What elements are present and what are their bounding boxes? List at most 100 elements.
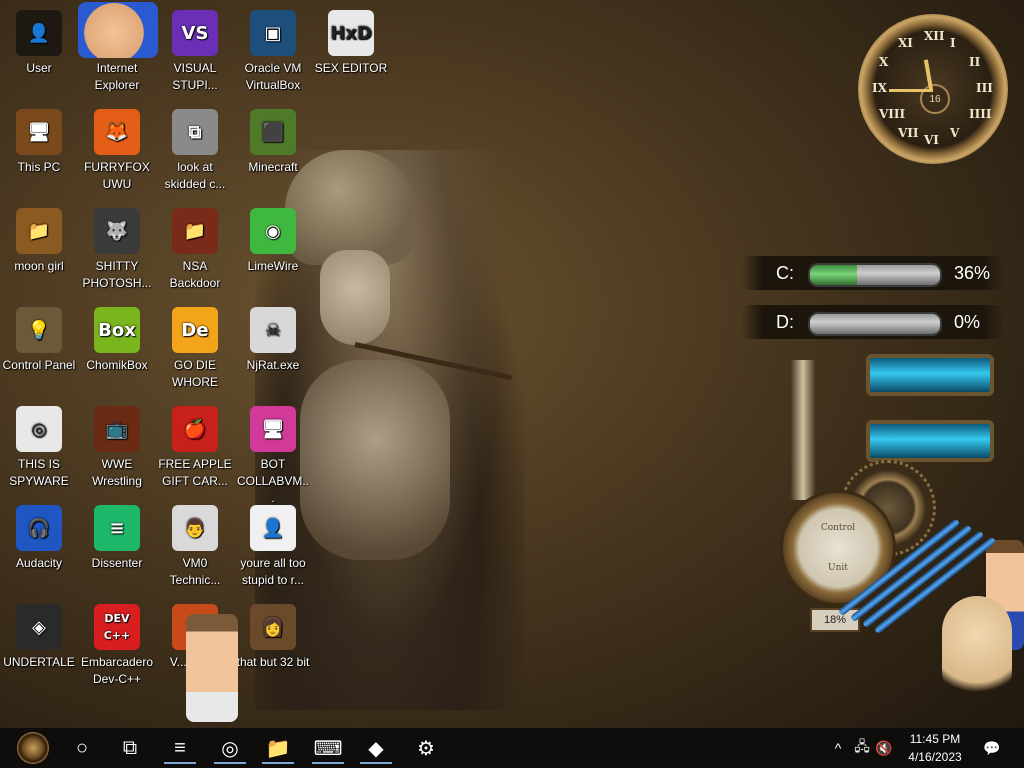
- desktop-icon-label: Minecraft: [248, 160, 298, 174]
- desktop-icon[interactable]: DEV C++ Embarcadero Dev-C++: [78, 594, 156, 690]
- taskbar-clock[interactable]: 11:45 PM 4/16/2023: [893, 730, 977, 766]
- desktop-icon[interactable]: HxD SEX EDITOR: [312, 0, 390, 96]
- desktop-icon[interactable]: Box ChomikBox: [78, 297, 156, 393]
- desktop-icon[interactable]: ▣ Oracle VM VirtualBox: [234, 0, 312, 96]
- cartoon-head-topleft: [78, 2, 158, 58]
- desktop-icon[interactable]: De GO DIE WHORE: [156, 297, 234, 393]
- clock-hour-hand: [923, 59, 933, 90]
- desktop-icon[interactable]: ⧉ look at skidded c...: [156, 99, 234, 195]
- desktop-icon-label: youre all too stupid to r...: [240, 556, 306, 587]
- desktop-icon[interactable]: 👨 VM0 Technic...: [156, 495, 234, 591]
- desktop-icon[interactable]: ◉ LimeWire: [234, 198, 312, 294]
- settings-taskbar-button[interactable]: ⚙: [404, 732, 448, 764]
- clock-numeral: II: [969, 55, 981, 69]
- desktop-icon-image: ⧉: [172, 109, 218, 155]
- desktop-icon[interactable]: ◈ UNDERTALE: [0, 594, 78, 690]
- desktop-icon[interactable]: 👤 User: [0, 0, 78, 96]
- desktop-icon[interactable]: ⬛ Minecraft: [234, 99, 312, 195]
- taskbar-date: 4/16/2023: [908, 750, 962, 764]
- drive-meter-c: C: 36%: [742, 256, 1004, 290]
- desktop-icon-image: 💡: [16, 307, 62, 353]
- running-indicator: [164, 762, 196, 764]
- wallpaper-body: [300, 360, 450, 560]
- desktop-icon-label: This PC: [17, 160, 61, 174]
- desktop-icon-label: VM0 Technic...: [169, 556, 221, 587]
- desktop-icon[interactable]: 📁 moon girl: [0, 198, 78, 294]
- pipe-glass-middle: [866, 420, 994, 462]
- desktop-icon[interactable]: 🖥 This PC: [0, 99, 78, 195]
- running-indicator: [360, 762, 392, 764]
- dissenter-taskbar-button[interactable]: ≡: [158, 732, 202, 764]
- file-explorer-taskbar-button[interactable]: 📁: [256, 732, 300, 764]
- network-icon[interactable]: 🖧: [850, 728, 874, 768]
- desktop-icon-image: 👤: [16, 10, 62, 56]
- clock-numeral: I: [950, 35, 956, 50]
- clock-numeral: III: [976, 81, 993, 95]
- desktop-icon-label: UNDERTALE: [3, 655, 75, 669]
- volume-muted-icon[interactable]: 🔇: [874, 728, 894, 768]
- desktop-icon-image: ◈: [16, 604, 62, 650]
- desktop-icon-image: ☠: [250, 307, 296, 353]
- steampunk-clock-widget: 16 XII I II III IIII V VI VII VIII IX X XI: [858, 14, 1008, 164]
- desktop-icon-image: ⬛: [250, 109, 296, 155]
- desktop-icon[interactable]: ☠ NjRat.exe: [234, 297, 312, 393]
- drive-letter: C:: [776, 263, 794, 283]
- steampunk-pipes-widget: Control Unit 18%: [780, 350, 1000, 650]
- desktop-icon-label: look at skidded c...: [164, 160, 226, 191]
- running-indicator: [262, 762, 294, 764]
- drive-usage-fill: [810, 265, 857, 285]
- desktop-icon-image: 🐺: [94, 208, 140, 254]
- taskbar-time: 11:45 PM: [909, 732, 961, 746]
- clock-numeral: XI: [898, 35, 913, 50]
- desktop-icon-image: ≡: [94, 505, 140, 551]
- desktop-icon-label: User: [26, 61, 52, 75]
- desktop-icon[interactable]: 🐺 SHITTY PHOTOSH...: [78, 198, 156, 294]
- chrome-taskbar-button[interactable]: ◎: [208, 732, 252, 764]
- desktop-icon-label: Embarcadero Dev-C++: [80, 655, 154, 686]
- desktop-icon-label: VISUAL STUPI...: [172, 61, 218, 92]
- task-view-button[interactable]: ⧉: [108, 732, 152, 764]
- drive-usage-percent: 36%: [954, 263, 991, 283]
- drive-usage-bar: [808, 263, 942, 287]
- start-button[interactable]: [8, 732, 58, 764]
- desktop-icon[interactable]: ◎ THIS IS SPYWARE: [0, 396, 78, 492]
- desktop-icon[interactable]: 🎧 Audacity: [0, 495, 78, 591]
- desktop-icon[interactable]: 📁 NSA Backdoor: [156, 198, 234, 294]
- desktop-icon-image: 🖥: [16, 109, 62, 155]
- desktop-icon-image: 🍎: [172, 406, 218, 452]
- keyboard-app-taskbar-button[interactable]: ⌨: [306, 732, 350, 764]
- desktop-icon[interactable]: 🖥 BOT COLLABVM...: [234, 396, 312, 505]
- gear-start-icon: [17, 732, 49, 764]
- clock-numeral: VII: [898, 126, 919, 141]
- desktop-icon-label: NSA Backdoor: [169, 259, 221, 290]
- desktop-icon-image: 📁: [16, 208, 62, 254]
- drive-usage-percent: 0%: [954, 312, 981, 332]
- anydesk-taskbar-button[interactable]: ◆: [354, 732, 398, 764]
- desktop-icon-image: 📺: [94, 406, 140, 452]
- desktop-icon[interactable]: 👩 that but 32 bit: [234, 594, 312, 690]
- running-indicator: [312, 762, 344, 764]
- desktop-icon-label: that but 32 bit: [236, 655, 310, 669]
- desktop-icon-image: Box: [94, 307, 140, 353]
- desktop-icon-image: 📁: [172, 208, 218, 254]
- drive-meter-d: D: 0%: [742, 305, 1004, 339]
- desktop-icon[interactable]: VS VISUAL STUPI...: [156, 0, 234, 96]
- desktop-icon[interactable]: 📺 WWE Wrestling: [78, 396, 156, 492]
- notifications-icon[interactable]: 💬: [980, 728, 1004, 768]
- desktop-icon-image: 👤: [250, 505, 296, 551]
- clock-numeral: IX: [872, 81, 887, 95]
- wallpaper-face: [320, 250, 390, 345]
- cortana-button[interactable]: ○: [60, 732, 104, 764]
- desktop-icon[interactable]: 💡 Control Panel: [0, 297, 78, 393]
- desktop-icon[interactable]: 👤 youre all too stupid to r...: [234, 495, 312, 591]
- desktop-icon[interactable]: ≡ Dissenter: [78, 495, 156, 591]
- desktop-icon[interactable]: 🍎 FREE APPLE GIFT CAR...: [156, 396, 234, 492]
- desktop-icon-image: 👨: [172, 505, 218, 551]
- pressure-gauge: Control Unit: [780, 490, 896, 606]
- drive-usage-bar: [808, 312, 942, 336]
- desktop-icon-label: Dissenter: [91, 556, 143, 570]
- clock-numeral: IIII: [969, 107, 992, 121]
- desktop-icon-image: 🎧: [16, 505, 62, 551]
- desktop-icon[interactable]: 🦊 FURRYFOX UWU: [78, 99, 156, 195]
- show-hidden-icons-button[interactable]: ^: [828, 728, 848, 768]
